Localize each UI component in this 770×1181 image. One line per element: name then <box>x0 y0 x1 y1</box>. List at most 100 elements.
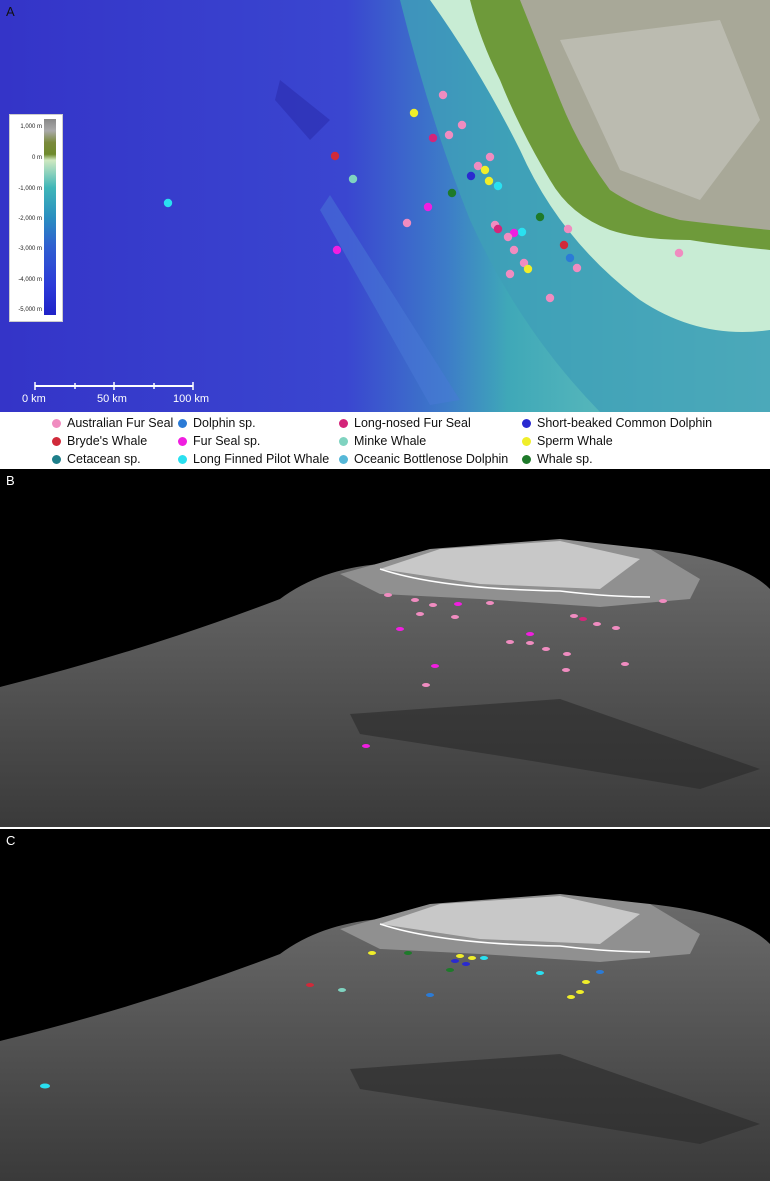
sighting-marker <box>503 232 513 242</box>
sighting-marker <box>545 293 555 303</box>
sighting-marker <box>576 990 584 994</box>
sighting-marker <box>572 263 582 273</box>
legend-label: Fur Seal sp. <box>193 434 261 448</box>
legend-label: Cetacean sp. <box>67 452 141 466</box>
colorbar-tick: -5,000 m <box>18 307 42 313</box>
sighting-marker <box>348 174 358 184</box>
sighting-marker <box>593 622 601 626</box>
sighting-marker <box>462 962 470 966</box>
sighting-marker <box>621 662 629 666</box>
sighting-marker <box>582 980 590 984</box>
sighting-marker <box>674 248 684 258</box>
legend-swatch <box>52 437 61 446</box>
sighting-marker <box>416 612 424 616</box>
legend-label: Sperm Whale <box>537 434 613 448</box>
legend-label: Whale sp. <box>537 452 593 466</box>
legend-swatch <box>52 455 61 464</box>
3d-terrain-view-b <box>0 539 770 827</box>
sighting-marker <box>485 152 495 162</box>
sighting-marker <box>505 269 515 279</box>
legend-label: Australian Fur Seal <box>67 416 174 430</box>
legend-item: Long Finned Pilot Whale <box>178 452 329 466</box>
3d-terrain-view-c <box>0 894 770 1181</box>
legend-swatch <box>178 437 187 446</box>
sighting-marker <box>480 956 488 960</box>
colorbar-tick: -3,000 m <box>18 246 42 252</box>
legend-item: Bryde's Whale <box>52 434 147 448</box>
sighting-marker <box>612 626 620 630</box>
legend-label: Long Finned Pilot Whale <box>193 452 330 466</box>
legend-label: Long-nosed Fur Seal <box>354 416 471 430</box>
sighting-marker <box>567 995 575 999</box>
sighting-marker <box>404 951 412 955</box>
colorbar-tick: -2,000 m <box>18 216 42 222</box>
sighting-marker <box>426 993 434 997</box>
sighting-marker <box>451 959 459 963</box>
sighting-marker <box>596 970 604 974</box>
legend-swatch <box>339 455 348 464</box>
map-panel-b: B <box>0 469 770 827</box>
scale-label: 50 km <box>97 393 127 405</box>
sighting-marker <box>446 968 454 972</box>
legend-label: Oceanic Bottlenose Dolphin <box>354 452 509 466</box>
sighting-marker <box>517 227 527 237</box>
legend-item: Short-beaked Common Dolphin <box>522 416 712 430</box>
panel-label-a: A <box>6 4 15 19</box>
sighting-marker <box>330 151 340 161</box>
sighting-marker <box>384 593 392 597</box>
sighting-marker <box>468 956 476 960</box>
legend-swatch <box>178 455 187 464</box>
sighting-marker <box>409 108 419 118</box>
species-legend: Australian Fur Seal Dolphin sp. Long-nos… <box>0 412 770 469</box>
sighting-marker <box>526 632 534 636</box>
sighting-marker <box>423 202 433 212</box>
colorbar-gradient <box>44 119 56 315</box>
sighting-marker <box>332 245 342 255</box>
sighting-marker <box>523 264 533 274</box>
legend-item: Fur Seal sp. <box>178 434 260 448</box>
legend-swatch <box>339 437 348 446</box>
scale-bar <box>34 382 194 390</box>
legend-label: Minke Whale <box>354 434 427 448</box>
sighting-marker <box>40 1083 50 1089</box>
map-panel-a: A 1,000 m 0 m -1,000 m -2,000 m -3,000 m… <box>0 0 770 412</box>
sighting-marker <box>484 176 494 186</box>
sighting-marker <box>565 253 575 263</box>
bathymetry-map <box>0 0 770 412</box>
colorbar-tick: 1,000 m <box>20 124 42 130</box>
sighting-marker <box>536 971 544 975</box>
sighting-marker <box>368 951 376 955</box>
colorbar-tick: 0 m <box>31 155 42 161</box>
legend-item: Minke Whale <box>339 434 426 448</box>
legend-swatch <box>522 437 531 446</box>
sighting-marker <box>542 647 550 651</box>
sighting-marker <box>428 133 438 143</box>
sighting-marker <box>562 668 570 672</box>
colorbar-tick: -4,000 m <box>18 277 42 283</box>
sighting-marker <box>362 744 370 748</box>
sighting-marker <box>338 988 346 992</box>
sighting-marker <box>444 130 454 140</box>
sighting-marker <box>163 198 173 208</box>
legend-item: Long-nosed Fur Seal <box>339 416 471 430</box>
sighting-marker <box>509 245 519 255</box>
legend-item: Sperm Whale <box>522 434 613 448</box>
sighting-marker <box>493 224 503 234</box>
sighting-marker <box>438 90 448 100</box>
legend-item: Oceanic Bottlenose Dolphin <box>339 452 508 466</box>
sighting-marker <box>466 171 476 181</box>
legend-item: Dolphin sp. <box>178 416 256 430</box>
sighting-marker <box>457 120 467 130</box>
scale-label: 100 km <box>173 393 210 405</box>
panel-label-c: C <box>6 833 16 848</box>
legend-label: Bryde's Whale <box>67 434 148 448</box>
sighting-marker <box>431 664 439 668</box>
sighting-marker <box>411 598 419 602</box>
map-panel-c: C <box>0 829 770 1181</box>
sighting-marker <box>429 603 437 607</box>
sighting-marker <box>454 602 462 606</box>
sighting-marker <box>480 165 490 175</box>
colorbar-tick: -1,000 m <box>18 186 42 192</box>
sighting-marker <box>563 224 573 234</box>
sighting-marker <box>659 599 667 603</box>
